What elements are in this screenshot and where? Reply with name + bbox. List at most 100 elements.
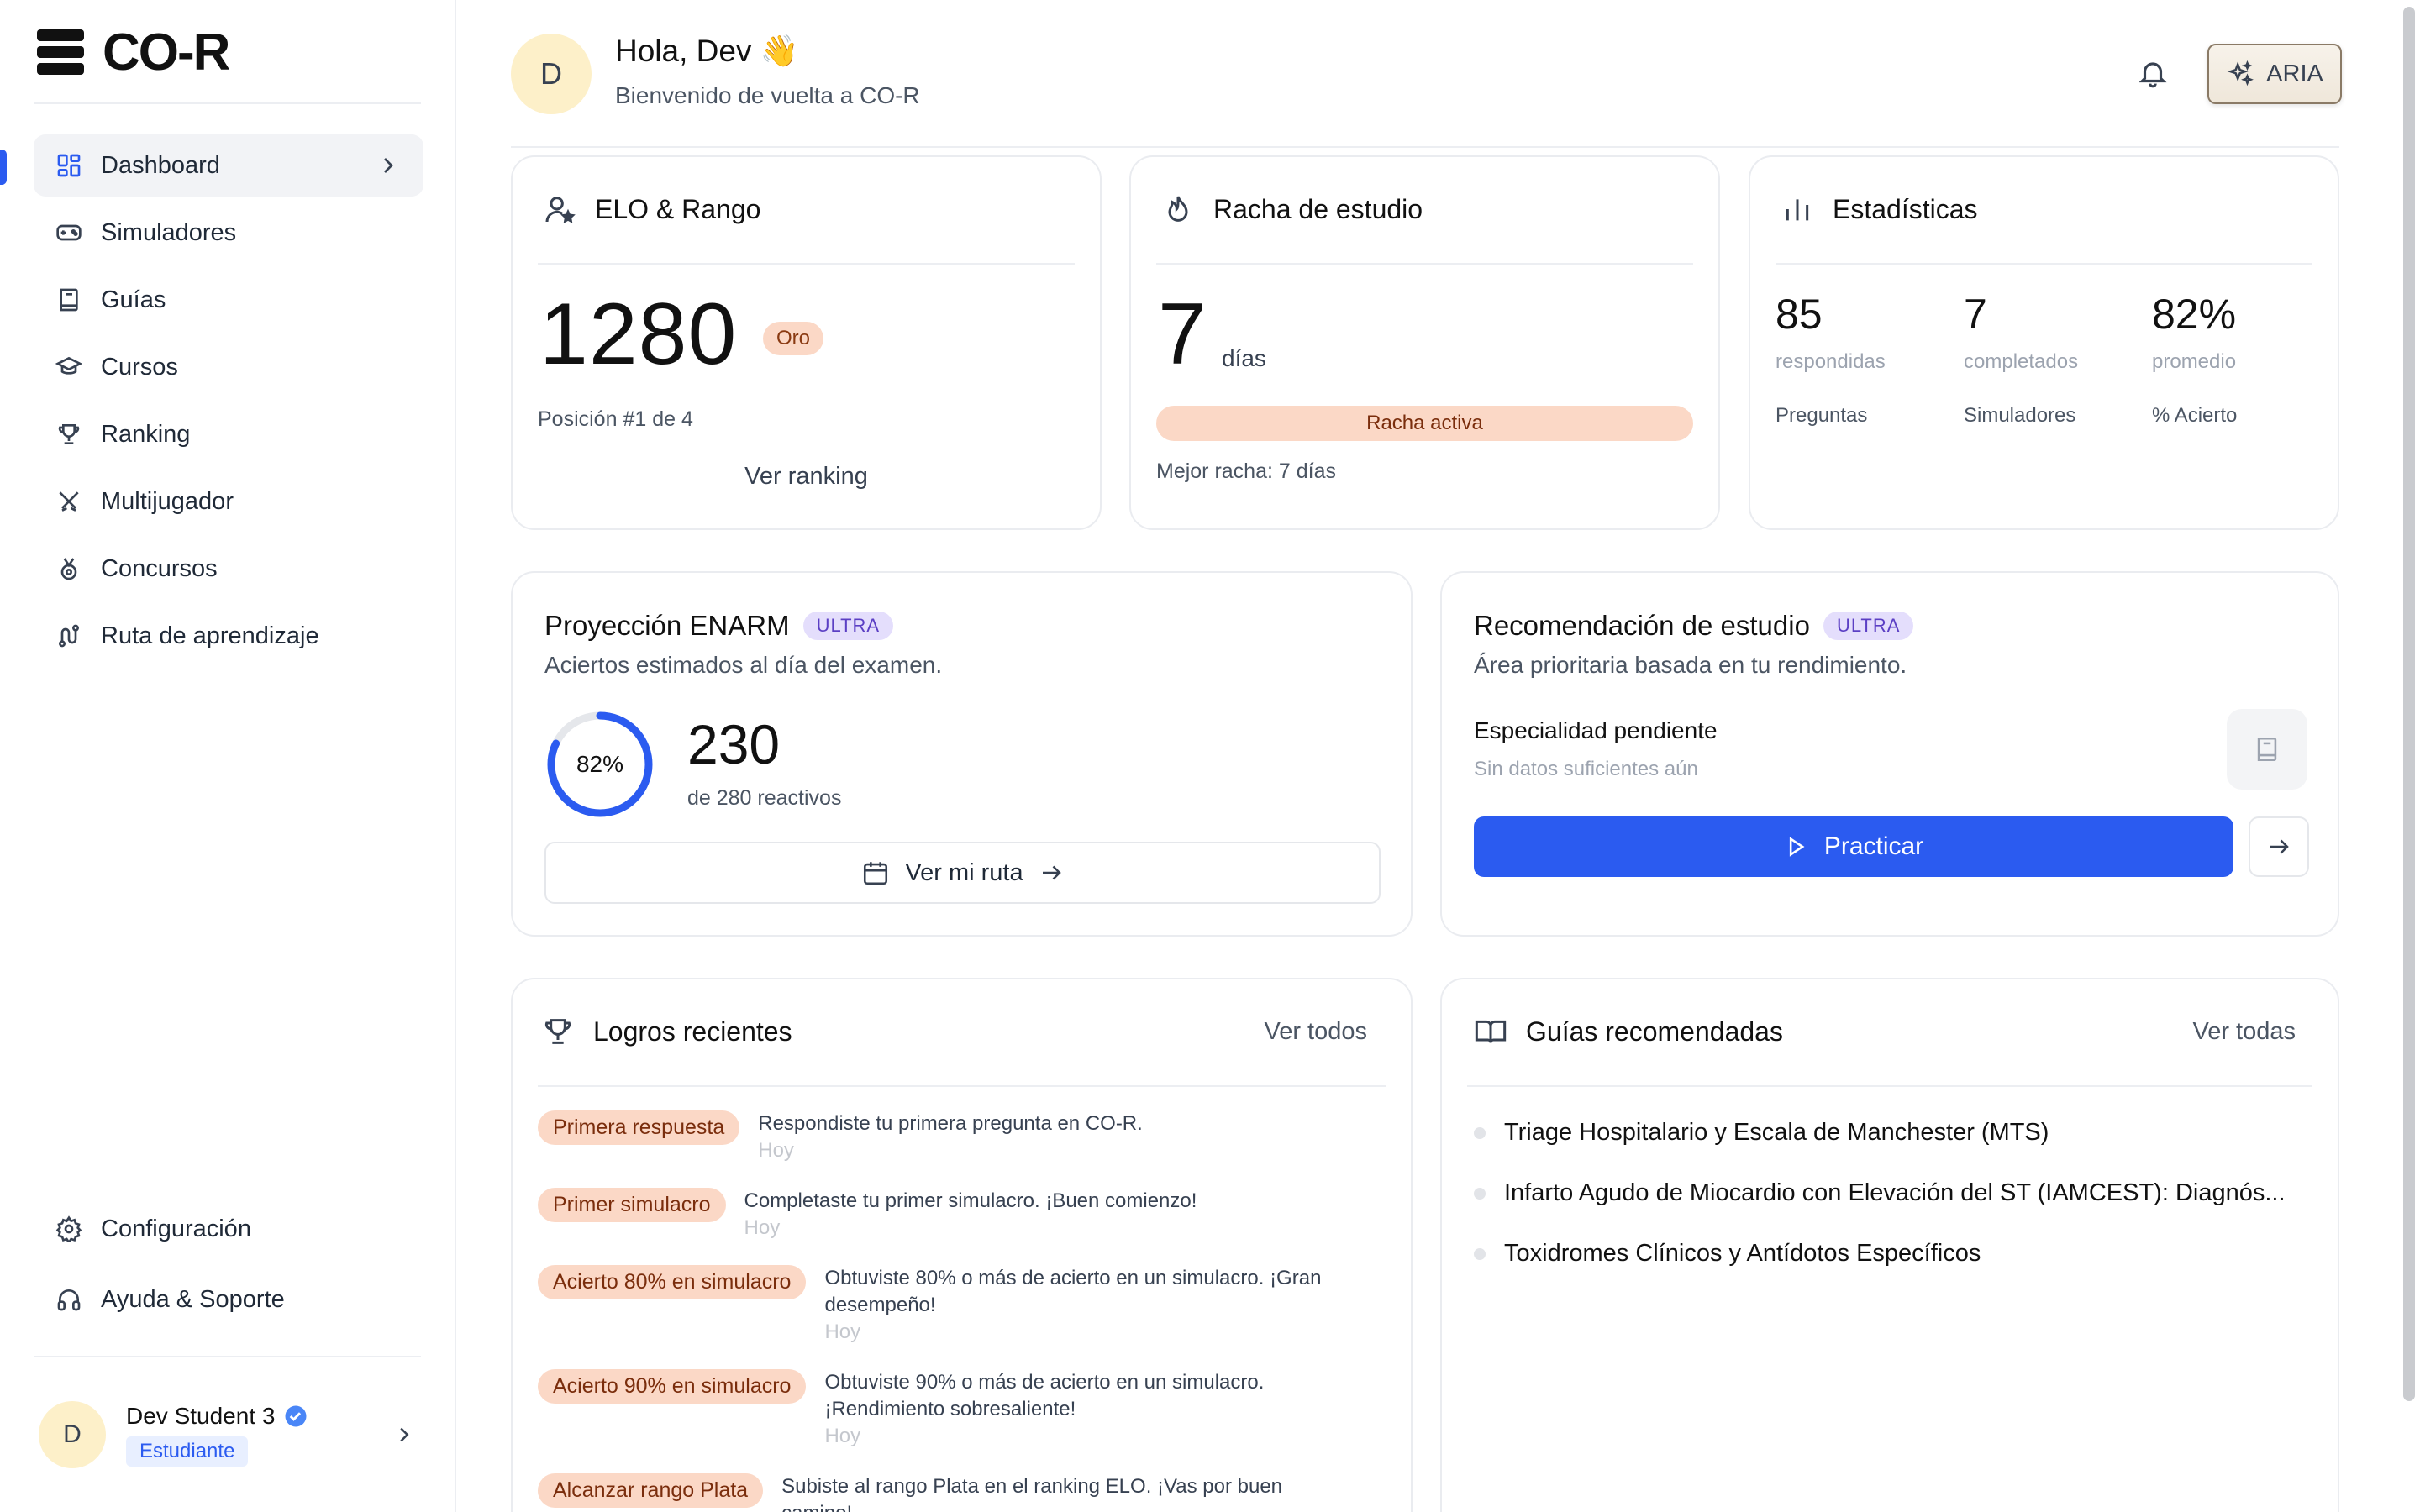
stat-label: % Acierto	[2152, 404, 2238, 427]
stat-value: 7	[1964, 291, 1987, 338]
streak-title: Racha de estudio	[1213, 193, 1423, 224]
divider	[511, 146, 2339, 148]
achievement-badge: Primera respuesta	[538, 1110, 740, 1145]
notifications-button[interactable]	[2135, 55, 2170, 91]
sidebar-item-label: Ranking	[101, 420, 191, 448]
chevron-right-icon	[392, 1422, 417, 1447]
bell-icon	[2139, 62, 2167, 88]
card-title: Estadísticas	[1781, 192, 1978, 226]
card-title: ELO & Rango	[543, 192, 760, 226]
list-item: Primer simulacro Completaste tu primer s…	[538, 1188, 1197, 1242]
button-label: Practicar	[1823, 832, 1924, 860]
ultra-badge: ULTRA	[802, 612, 894, 640]
calendar-icon	[864, 862, 888, 885]
projection-subtitle: Aciertos estimados al día del examen.	[544, 652, 943, 678]
achievement-badge: Primer simulacro	[538, 1188, 726, 1222]
dashboard-icon	[55, 152, 82, 179]
arrow-right-icon	[1042, 865, 1061, 880]
sidebar-item-ruta[interactable]: Ruta de aprendizaje	[34, 605, 424, 667]
achievement-time: Hoy	[744, 1216, 781, 1239]
recommendation-subtitle: Área prioritaria basada en tu rendimient…	[1474, 652, 1907, 678]
list-item: Acierto 90% en simulacro Obtuviste 90% o…	[538, 1369, 1264, 1450]
arrow-right-icon	[2270, 839, 2289, 854]
guide-item[interactable]: Infarto Agudo de Miocardio con Elevación…	[1474, 1179, 2286, 1207]
sidebar-item-label: Guías	[101, 286, 166, 313]
gamepad-icon	[55, 219, 82, 246]
book-icon	[2257, 737, 2277, 762]
sidebar-item-label: Multijugador	[101, 487, 234, 515]
sidebar-item-multijugador[interactable]: Multijugador	[34, 470, 424, 533]
achievement-badge: Acierto 80% en simulacro	[538, 1265, 807, 1299]
specialty-name: Especialidad pendiente	[1474, 717, 1718, 743]
achievement-time: Hoy	[824, 1425, 861, 1447]
guide-item[interactable]: Toxidromes Clínicos y Antídotos Específi…	[1474, 1240, 1981, 1268]
best-streak: Mejor racha: 7 días	[1156, 459, 1336, 483]
achievement-text: Obtuviste 80% o más de acierto en un sim…	[824, 1267, 1322, 1289]
sidebar-item-ayuda[interactable]: Ayuda & Soporte	[34, 1268, 424, 1331]
divider	[538, 1085, 1386, 1087]
view-all-guides-link[interactable]: Ver todas	[2192, 1018, 2296, 1046]
sidebar-item-dashboard[interactable]: Dashboard	[34, 134, 424, 197]
user-profile[interactable]: D Dev Student 3 Estudiante	[39, 1399, 417, 1470]
guide-item[interactable]: Triage Hospitalario y Escala de Manchest…	[1474, 1119, 2049, 1147]
projection-value: 230	[687, 713, 781, 775]
card-title: Racha de estudio	[1161, 192, 1423, 226]
gear-icon	[55, 1215, 82, 1242]
trophy-icon	[541, 1015, 575, 1048]
aria-label: ARIA	[2266, 60, 2323, 87]
achievement-text: Obtuviste 90% o más de acierto en un sim…	[824, 1371, 1265, 1394]
card-title: Recomendación de estudio ULTRA	[1474, 610, 1914, 642]
sidebar-item-label: Cursos	[101, 353, 178, 381]
achievement-text: Completaste tu primer simulacro. ¡Buen c…	[744, 1189, 1197, 1212]
scrollbar[interactable]	[2403, 7, 2415, 1401]
aria-assistant-button[interactable]: ARIA	[2207, 44, 2342, 104]
next-recommendation-button[interactable]	[2249, 816, 2309, 877]
sidebar-item-guias[interactable]: Guías	[34, 269, 424, 331]
sidebar-item-ranking[interactable]: Ranking	[34, 403, 424, 465]
view-all-achievements-link[interactable]: Ver todos	[1264, 1018, 1367, 1046]
avatar[interactable]: D	[511, 34, 592, 114]
sidebar-item-label: Concursos	[101, 554, 218, 582]
sidebar-item-configuracion[interactable]: Configuración	[34, 1198, 424, 1260]
stack-logo-icon	[37, 29, 84, 75]
sidebar-item-simuladores[interactable]: Simuladores	[34, 202, 424, 264]
view-ranking-link[interactable]: Ver ranking	[513, 463, 1100, 491]
stats-card: Estadísticas 85 respondidas Preguntas 7 …	[1749, 155, 2339, 530]
achievement-text-cont: camino!	[781, 1500, 1282, 1512]
stat-sub: promedio	[2152, 350, 2237, 373]
divider	[1776, 263, 2312, 265]
list-item: Alcanzar rango Plata Subiste al rango Pl…	[538, 1473, 1282, 1512]
play-icon	[1789, 837, 1805, 857]
card-title: Proyección ENARM ULTRA	[544, 610, 894, 642]
guides-card: Guías recomendadas Ver todas Triage Hosp…	[1440, 978, 2339, 1512]
bar-chart-icon	[1781, 192, 1814, 226]
book-icon	[55, 286, 82, 313]
achievements-title: Logros recientes	[593, 1016, 792, 1047]
rank-badge: Oro	[763, 322, 824, 355]
specialty-icon-box	[2227, 709, 2307, 790]
guides-title: Guías recomendadas	[1526, 1016, 1783, 1047]
brand[interactable]: CO-R	[37, 24, 230, 81]
divider	[538, 263, 1075, 265]
sidebar-item-concursos[interactable]: Concursos	[34, 538, 424, 600]
user-name: Dev Student 3	[126, 1403, 276, 1429]
sidebar-item-label: Ayuda & Soporte	[101, 1285, 285, 1313]
card-title: Guías recomendadas	[1474, 1015, 1783, 1048]
practice-button[interactable]: Practicar	[1474, 816, 2233, 877]
divider	[1467, 1085, 2312, 1087]
ranking-position: Posición #1 de 4	[538, 407, 693, 431]
user-info: Dev Student 3 Estudiante	[126, 1403, 308, 1467]
view-route-button[interactable]: Ver mi ruta	[544, 842, 1381, 904]
sidebar-item-label: Configuración	[101, 1215, 251, 1242]
sidebar: CO-R Dashboard Simuladores Guías Cursos …	[0, 0, 456, 1512]
stat-sub: respondidas	[1776, 350, 1886, 373]
recommendation-card: Recomendación de estudio ULTRA Área prio…	[1440, 571, 2339, 937]
sidebar-item-cursos[interactable]: Cursos	[34, 336, 424, 398]
elo-title: ELO & Rango	[595, 193, 761, 224]
recommendation-title: Recomendación de estudio	[1474, 610, 1810, 641]
specialty-note: Sin datos suficientes aún	[1474, 758, 1698, 780]
streak-status: Racha activa	[1366, 412, 1483, 434]
achievement-text: Subiste al rango Plata en el ranking ELO…	[781, 1475, 1283, 1498]
achievement-text: Respondiste tu primera pregunta en CO-R.	[758, 1112, 1143, 1135]
swords-icon	[55, 488, 82, 515]
